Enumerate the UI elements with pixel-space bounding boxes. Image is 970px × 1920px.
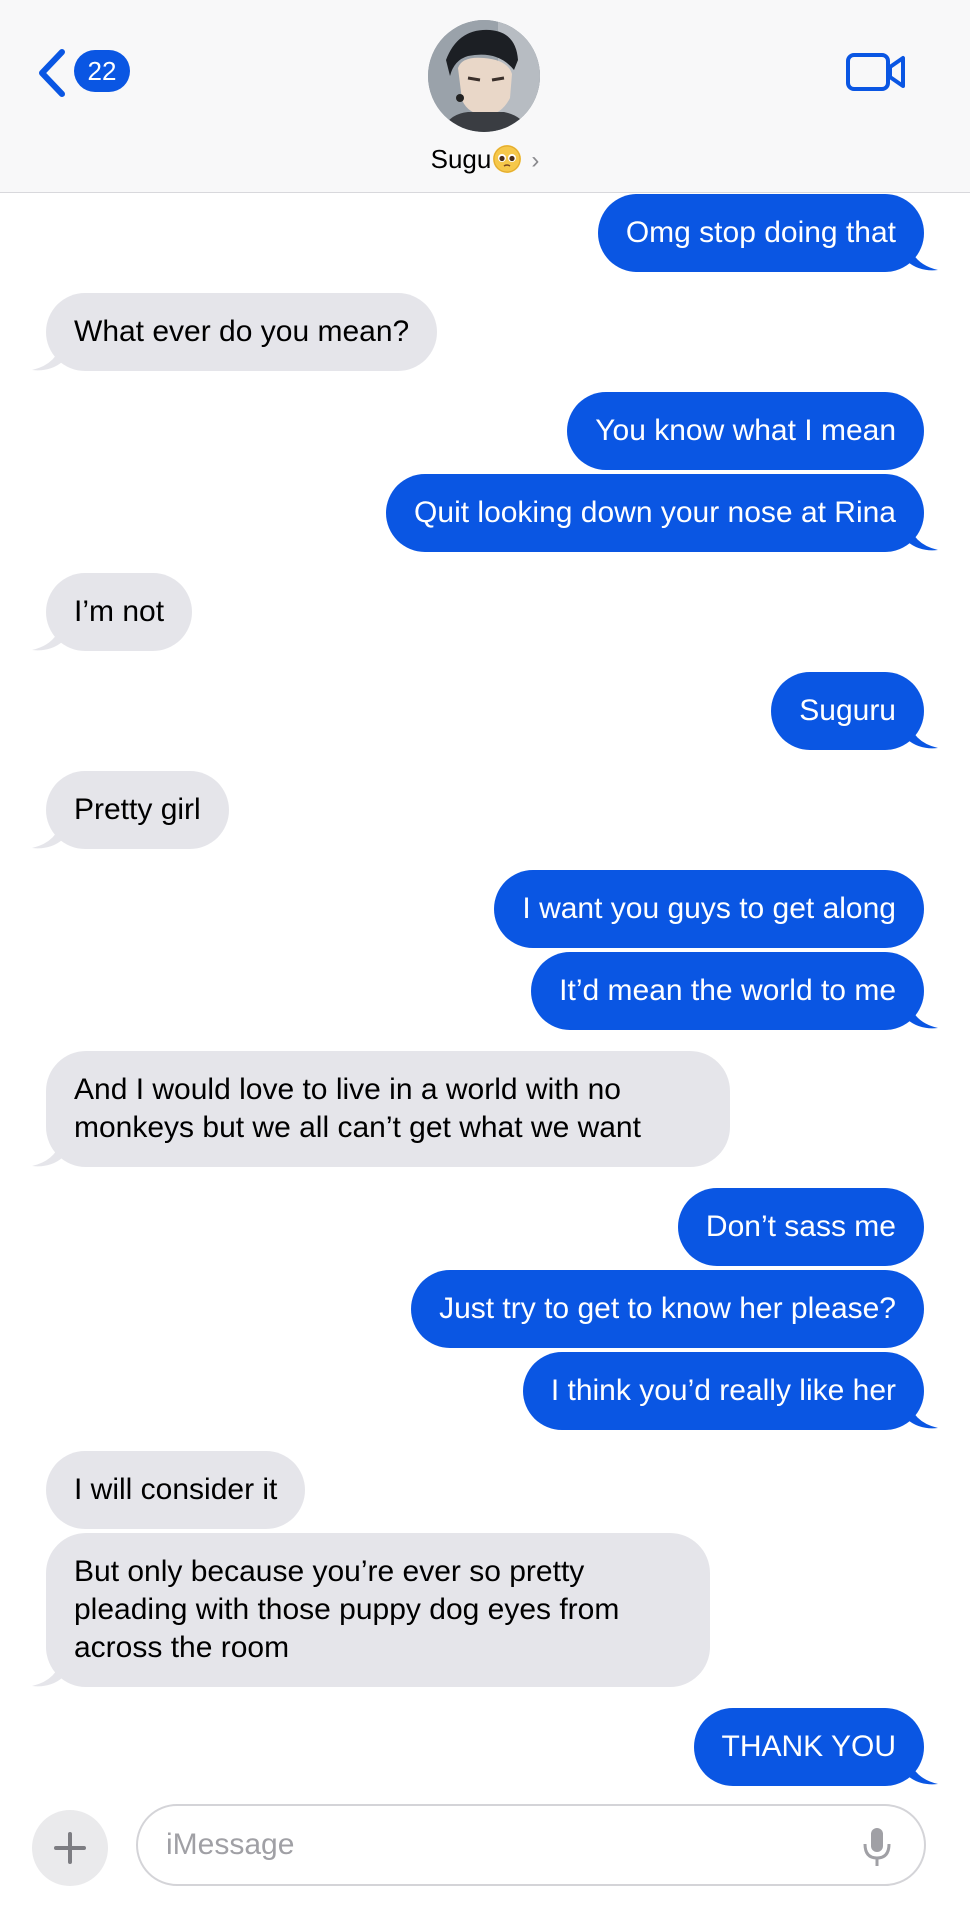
received-bubble-tail xyxy=(32,818,62,849)
sent-message-bubble[interactable]: It’d mean the world to me xyxy=(531,952,924,1030)
sent-bubble-tail xyxy=(908,1398,938,1429)
sent-message-bubble[interactable]: You know what I mean xyxy=(567,392,924,470)
sent-bubble-tail xyxy=(908,718,938,749)
chevron-right-icon: › xyxy=(531,147,540,174)
received-bubble-tail xyxy=(32,620,62,651)
pleading-face-emoji-icon xyxy=(493,145,522,173)
received-bubble-tail xyxy=(32,340,62,371)
sent-bubble-tail xyxy=(908,998,938,1029)
conversation-header: 22 Sugu › xyxy=(0,0,970,193)
plus-icon xyxy=(54,1832,86,1864)
received-bubble-tail xyxy=(32,1136,62,1167)
unread-count-badge[interactable]: 22 xyxy=(74,50,130,92)
received-message-bubble[interactable]: I will consider it xyxy=(46,1451,306,1529)
sent-bubble-tail xyxy=(908,240,938,271)
sent-message-bubble[interactable]: I want you guys to get along xyxy=(494,870,924,948)
sent-message-bubble[interactable]: Omg stop doing that xyxy=(597,194,924,272)
contact-name-button[interactable]: Sugu › xyxy=(0,142,970,176)
sent-bubble-tail xyxy=(908,520,938,551)
sent-message-bubble[interactable]: Don’t sass me xyxy=(677,1188,924,1266)
contact-name: Sugu xyxy=(430,144,492,174)
video-call-icon[interactable] xyxy=(846,52,906,92)
contact-avatar[interactable] xyxy=(428,20,540,132)
sent-message-bubble[interactable]: Quit looking down your nose at Rina xyxy=(386,474,924,552)
sent-message-bubble[interactable]: Suguru xyxy=(771,672,924,750)
received-message-bubble[interactable]: What ever do you mean? xyxy=(46,293,438,371)
sent-message-bubble[interactable]: Just try to get to know her please? xyxy=(411,1270,924,1348)
received-message-bubble[interactable]: But only because you’re ever so pretty p… xyxy=(46,1533,710,1687)
message-input[interactable]: iMessage xyxy=(136,1804,926,1886)
sent-bubble-tail xyxy=(908,1754,938,1785)
avatar-image xyxy=(428,20,540,132)
received-message-bubble[interactable]: And I would love to live in a world with… xyxy=(46,1051,730,1167)
received-message-bubble[interactable]: I’m not xyxy=(46,573,193,651)
apps-plus-button[interactable] xyxy=(32,1810,108,1886)
chevron-left-icon[interactable] xyxy=(34,48,68,98)
microphone-icon[interactable] xyxy=(862,1826,892,1868)
received-message-bubble[interactable]: Pretty girl xyxy=(46,771,229,849)
sent-message-bubble[interactable]: I think you’d really like her xyxy=(522,1352,924,1430)
sent-message-bubble[interactable]: THANK YOU xyxy=(693,1708,924,1786)
received-bubble-tail xyxy=(32,1656,62,1687)
